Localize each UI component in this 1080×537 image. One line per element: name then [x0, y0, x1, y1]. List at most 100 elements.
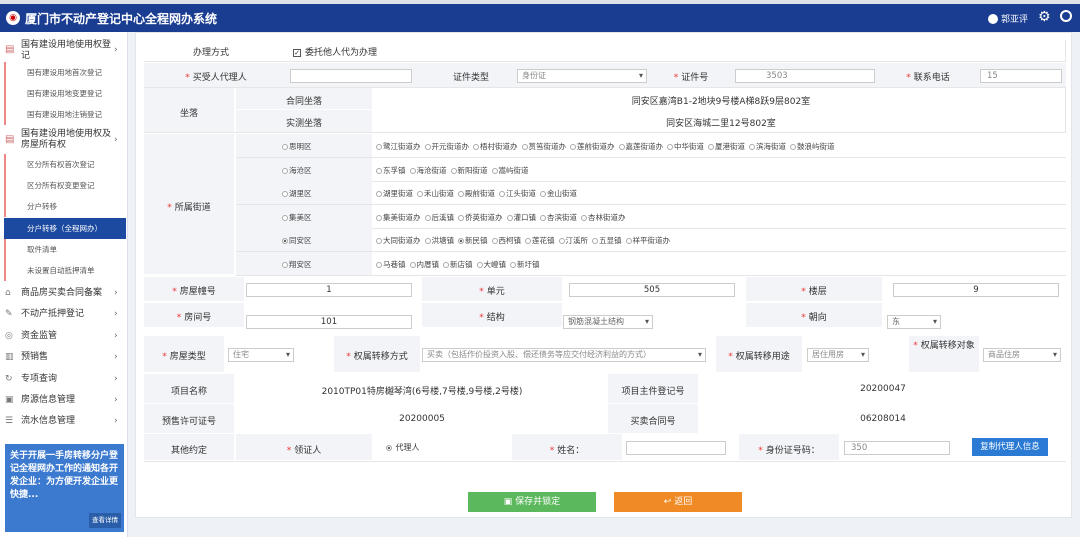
struct-label: * 结构 — [479, 313, 505, 323]
street-radio[interactable]: 后溪镇 — [424, 213, 454, 222]
idno-input[interactable]: 3503 — [735, 69, 875, 83]
street-radio[interactable]: 杏滨街道 — [540, 213, 577, 222]
street-radio[interactable]: 殿前街道 — [458, 189, 495, 198]
building-input[interactable]: 1 — [246, 283, 412, 297]
tmethod-select[interactable]: 买卖（包括作价投资入股、偿还债务等应交付经济利益的方式） — [422, 348, 706, 362]
district-radio[interactable]: 海沧区 — [282, 165, 312, 176]
street-radio[interactable]: 马巷镇 — [376, 260, 406, 269]
street-radio[interactable]: 莲花镇 — [525, 236, 555, 245]
htype-select[interactable]: 住宅 — [228, 348, 294, 362]
sidebar-item-active[interactable]: 分户转移（全程网办） — [4, 218, 126, 239]
unit-input[interactable]: 505 — [569, 283, 735, 297]
street-radio[interactable]: 新阳街道 — [450, 166, 488, 175]
street-radio[interactable]: 大同街道办 — [376, 236, 421, 245]
street-radio[interactable]: 东孚镇 — [376, 166, 406, 175]
street-radio[interactable]: 西柯镇 — [491, 236, 521, 245]
street-radio[interactable]: 杏林街道办 — [581, 213, 626, 222]
menu-housing[interactable]: ▣ 房源信息管理 › — [0, 390, 128, 411]
sidebar-item[interactable]: 未设置自动抵押清单 — [4, 260, 126, 281]
idtype-select[interactable]: 身份证 — [517, 69, 647, 83]
street-radio[interactable]: 侨英街道办 — [458, 213, 503, 222]
menu-mortgage[interactable]: ✎ 不动产抵押登记 › — [0, 304, 128, 325]
menu-flow[interactable]: ☰ 流水信息管理 › — [0, 411, 128, 432]
street-radio[interactable]: 大嶝镇 — [476, 260, 506, 269]
street-radio[interactable]: 灌口镇 — [506, 213, 536, 222]
sidebar-item[interactable]: 区分所有权首次登记 — [4, 154, 126, 175]
floor-input[interactable]: 9 — [893, 283, 1059, 297]
street-radio[interactable]: 金山街道 — [540, 189, 577, 198]
radio-icon — [450, 168, 457, 174]
street-radio[interactable]: 新圩镇 — [510, 260, 540, 269]
street-radio[interactable]: 滨海街道 — [749, 142, 786, 151]
district-radio[interactable]: 集美区 — [282, 212, 312, 223]
gear-icon[interactable]: ⚙ — [1038, 9, 1051, 25]
menu-funds[interactable]: ◎ 资金监管 › — [0, 326, 128, 347]
back-button[interactable]: ↩ 返回 — [614, 492, 742, 512]
method-checkbox[interactable]: ✓ 委托他人代为办理 — [293, 45, 377, 58]
sidebar-item[interactable]: 取件清单 — [4, 239, 126, 260]
district-radio[interactable]: 思明区 — [282, 141, 312, 152]
street-radio[interactable]: 嘉莲街道办 — [618, 142, 663, 151]
street-radio[interactable]: 禾山街道 — [417, 189, 454, 198]
notice-banner[interactable]: 关于开展一手房转移分户登记全程网办工作的通知各开发企业：为方便开发企业更快捷..… — [5, 444, 124, 532]
sidebar-item[interactable]: 国有建设用地首次登记 — [4, 62, 126, 83]
phone-label: * 联系电话 — [906, 73, 950, 83]
district-radio[interactable]: 翔安区 — [282, 259, 312, 270]
power-icon[interactable] — [1060, 10, 1072, 22]
orient-select[interactable]: 东 — [887, 315, 941, 329]
street-radio[interactable]: 内厝镇 — [409, 260, 439, 269]
street-radio[interactable]: 新民镇 — [458, 236, 488, 245]
street-radio[interactable]: 集美街道办 — [376, 213, 421, 222]
sidebar-item[interactable]: 分户转移 — [4, 196, 126, 217]
street-radio[interactable]: 筼筜街道办 — [521, 142, 566, 151]
street-radio[interactable]: 新店镇 — [443, 260, 473, 269]
street-radio[interactable]: 江头街道 — [499, 189, 536, 198]
street-radio[interactable]: 嵩屿街道 — [491, 166, 529, 175]
radio-icon — [282, 238, 288, 244]
street-radio[interactable]: 中华街道 — [667, 142, 704, 151]
street-radio[interactable]: 开元街道办 — [424, 142, 469, 151]
phone-input[interactable]: 15 — [980, 69, 1062, 83]
street-radio[interactable]: 汀溪所 — [558, 236, 588, 245]
recv-radio[interactable]: 代理人 — [386, 442, 420, 453]
save-lock-button[interactable]: ▣ 保存并锁定 — [468, 492, 596, 512]
sidebar-item[interactable]: 国有建设用地注销登记 — [4, 104, 126, 125]
user-menu[interactable]: 郭亚评 — [988, 12, 1028, 25]
chevron-right-icon: › — [114, 416, 118, 426]
menu-contract[interactable]: ⌂ 商品房买卖合同备案 › — [0, 283, 128, 304]
agent-input[interactable] — [290, 69, 412, 83]
tobj-select[interactable]: 商品住房 — [983, 348, 1061, 362]
sidebar-item[interactable]: 国有建设用地变更登记 — [4, 83, 126, 104]
field-label: 项目名称 — [170, 387, 207, 397]
chevron-right-icon: › — [114, 352, 118, 362]
street-radio[interactable]: 湖里街道 — [376, 189, 413, 198]
street-radio[interactable]: 五显镇 — [592, 236, 622, 245]
street-radio[interactable]: 祥平街道办 — [625, 236, 670, 245]
notice-more-link[interactable]: 查看详情 — [89, 513, 121, 528]
radio-icon — [376, 168, 382, 174]
name-label: * 姓名： — [549, 446, 585, 456]
street-radio[interactable]: 洪塘镇 — [424, 236, 454, 245]
idcode-input[interactable]: 350 — [844, 441, 950, 455]
tuse-select[interactable]: 居住用房 — [807, 348, 869, 362]
menu-presale[interactable]: ▥ 预销售 › — [0, 347, 128, 368]
street-radio[interactable]: 梧村街道办 — [473, 142, 518, 151]
district-radio[interactable]: 湖里区 — [282, 188, 312, 199]
struct-select[interactable]: 钢筋混凝土结构 — [563, 315, 653, 329]
street-radio[interactable]: 鹭江街道办 — [376, 142, 421, 151]
district-radio[interactable]: 同安区 — [282, 235, 312, 246]
street-radio[interactable]: 厦港街道 — [708, 142, 745, 151]
street-radio[interactable]: 莲前街道办 — [570, 142, 615, 151]
sidebar-group-house[interactable]: ▤ 国有建设用地使用权及房屋所有权 › — [0, 127, 128, 153]
divider — [144, 461, 1066, 462]
sidebar-group-land[interactable]: ▤ 国有建设用地使用权登记 › — [0, 37, 128, 63]
name-input[interactable] — [626, 441, 726, 455]
room-input[interactable]: 101 — [246, 315, 412, 329]
copy-agent-button[interactable]: 复制代理人信息 — [972, 438, 1048, 456]
sidebar-item[interactable]: 区分所有权变更登记 — [4, 175, 126, 196]
menu-query[interactable]: ↻ 专项查询 › — [0, 369, 128, 390]
street-radio[interactable]: 海沧街道 — [409, 166, 447, 175]
street-radio[interactable]: 鼓浪屿街道 — [790, 142, 835, 151]
radio-icon — [491, 238, 498, 244]
radio-icon — [282, 191, 288, 197]
